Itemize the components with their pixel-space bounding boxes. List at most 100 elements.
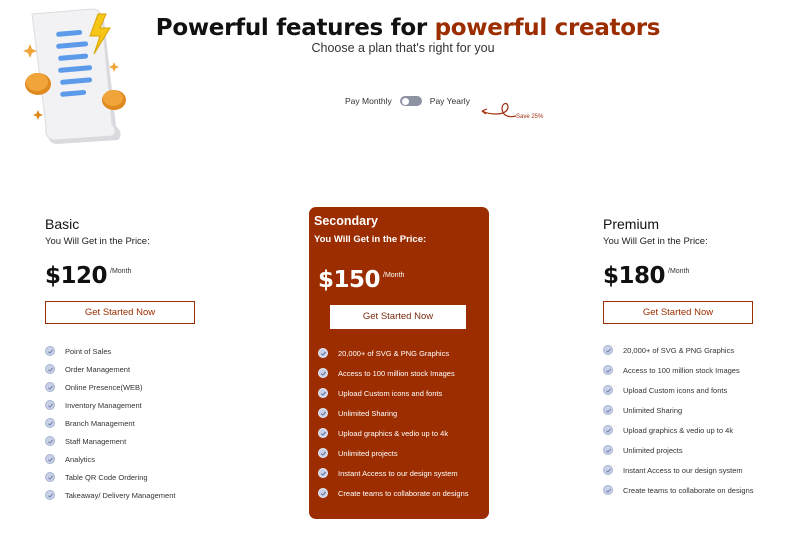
feature-text: Access to 100 million stock Images — [623, 365, 740, 375]
feature-list: 20,000+ of SVG & PNG Graphics Access to … — [314, 343, 489, 503]
check-circle-icon — [318, 388, 328, 398]
check-circle-icon — [45, 418, 55, 428]
feature-list: 20,000+ of SVG & PNG Graphics Access to … — [603, 340, 773, 500]
feature-item: Unlimited projects — [318, 443, 489, 463]
check-circle-icon — [45, 472, 55, 482]
feature-item: 20,000+ of SVG & PNG Graphics — [318, 343, 489, 363]
feature-text: Unlimited Sharing — [338, 408, 398, 418]
check-circle-icon — [318, 448, 328, 458]
plan-name: Secondary — [314, 214, 378, 228]
price-period: /Month — [383, 272, 405, 279]
check-circle-icon — [318, 408, 328, 418]
get-started-button-basic[interactable]: Get Started Now — [45, 301, 195, 324]
check-circle-icon — [603, 485, 613, 495]
get-started-button-secondary[interactable]: Get Started Now — [330, 305, 466, 329]
feature-text: Branch Management — [65, 418, 135, 428]
feature-text: Online Presence(WEB) — [65, 382, 143, 392]
feature-text: Create teams to collaborate on designs — [338, 488, 469, 498]
feature-text: Unlimited projects — [623, 445, 683, 455]
billing-switch[interactable] — [399, 96, 422, 106]
check-circle-icon — [318, 428, 328, 438]
check-circle-icon — [603, 445, 613, 455]
feature-item: Analytics — [45, 450, 195, 468]
feature-text: Upload Custom icons and fonts — [623, 385, 728, 395]
check-circle-icon — [603, 405, 613, 415]
feature-item: Upload graphics & vedio up to 4k — [318, 423, 489, 443]
check-circle-icon — [603, 425, 613, 435]
plan-name: Basic — [45, 216, 80, 232]
feature-text: Upload graphics & vedio up to 4k — [338, 428, 449, 438]
check-circle-icon — [318, 468, 328, 478]
price-row: $120 /Month — [45, 263, 195, 289]
save-note-text: Save 25% — [516, 114, 544, 120]
feature-item: Takeaway/ Delivery Management — [45, 486, 195, 504]
plan-subtitle: You Will Get in the Price: — [603, 236, 708, 247]
feature-item: Unlimited Sharing — [318, 403, 489, 423]
price-row: $150 /Month — [314, 267, 489, 293]
plan-card-secondary: Secondary You Will Get in the Price: $15… — [309, 207, 489, 519]
check-circle-icon — [318, 368, 328, 378]
check-circle-icon — [318, 488, 328, 498]
plan-subtitle: You Will Get in the Price: — [45, 236, 150, 247]
feature-item: Upload Custom icons and fonts — [603, 380, 773, 400]
feature-text: Unlimited projects — [338, 448, 398, 458]
plan-card-premium: Premium You Will Get in the Price: $180 … — [603, 216, 773, 500]
price-row: $180 /Month — [603, 263, 773, 289]
feature-item: Upload Custom icons and fonts — [318, 383, 489, 403]
feature-text: Analytics — [65, 454, 96, 464]
check-circle-icon — [318, 348, 328, 358]
check-circle-icon — [45, 400, 55, 410]
plan-price: $180 — [603, 263, 666, 289]
get-started-button-premium[interactable]: Get Started Now — [603, 301, 753, 324]
save-note: Save 25% — [478, 100, 558, 126]
feature-item: Order Management — [45, 360, 195, 378]
page-title: Powerful features for powerful creators — [0, 15, 800, 41]
feature-item: Point of Sales — [45, 342, 195, 360]
check-circle-icon — [45, 364, 55, 374]
feature-item: Online Presence(WEB) — [45, 378, 195, 396]
feature-text: Point of Sales — [65, 346, 112, 356]
feature-text: 20,000+ of SVG & PNG Graphics — [338, 348, 450, 358]
title-main: Powerful features for — [155, 15, 427, 41]
check-circle-icon — [45, 436, 55, 446]
feature-text: Inventory Management — [65, 400, 142, 410]
check-circle-icon — [45, 454, 55, 464]
feature-text: Order Management — [65, 364, 131, 374]
feature-text: Takeaway/ Delivery Management — [65, 490, 176, 500]
feature-text: Create teams to collaborate on designs — [623, 485, 754, 495]
feature-item: Staff Management — [45, 432, 195, 450]
feature-text: Access to 100 million stock Images — [338, 368, 455, 378]
feature-text: Unlimited Sharing — [623, 405, 683, 415]
feature-item: Unlimited projects — [603, 440, 773, 460]
check-circle-icon — [603, 465, 613, 475]
plan-subtitle: You Will Get in the Price: — [314, 234, 427, 245]
feature-item: Access to 100 million stock Images — [318, 363, 489, 383]
check-circle-icon — [45, 346, 55, 356]
page-subtitle: Choose a plan that's right for you — [311, 41, 495, 55]
check-circle-icon — [45, 382, 55, 392]
feature-text: Instant Access to our design system — [338, 468, 458, 478]
feature-list: Point of Sales Order Management Online P… — [45, 342, 195, 504]
pay-yearly-label[interactable]: Pay Yearly — [430, 96, 470, 106]
title-accent: powerful creators — [434, 15, 661, 41]
feature-item: Create teams to collaborate on designs — [603, 480, 773, 500]
feature-item: 20,000+ of SVG & PNG Graphics — [603, 340, 773, 360]
price-period: /Month — [110, 268, 132, 275]
feature-item: Table QR Code Ordering — [45, 468, 195, 486]
pay-monthly-label[interactable]: Pay Monthly — [345, 96, 392, 106]
check-circle-icon — [603, 385, 613, 395]
check-circle-icon — [45, 490, 55, 500]
check-circle-icon — [603, 345, 613, 355]
feature-item: Create teams to collaborate on designs — [318, 483, 489, 503]
plan-name: Premium — [603, 216, 660, 232]
feature-text: Upload Custom icons and fonts — [338, 388, 443, 398]
feature-item: Instant Access to our design system — [318, 463, 489, 483]
curly-arrow-icon — [481, 102, 517, 118]
feature-item: Instant Access to our design system — [603, 460, 773, 480]
feature-item: Upload graphics & vedio up to 4k — [603, 420, 773, 440]
plan-card-basic: Basic You Will Get in the Price: $120 /M… — [45, 216, 195, 504]
feature-text: Table QR Code Ordering — [65, 472, 148, 482]
feature-text: 20,000+ of SVG & PNG Graphics — [623, 345, 735, 355]
feature-item: Unlimited Sharing — [603, 400, 773, 420]
billing-toggle: Pay Monthly Pay Yearly — [345, 96, 470, 106]
